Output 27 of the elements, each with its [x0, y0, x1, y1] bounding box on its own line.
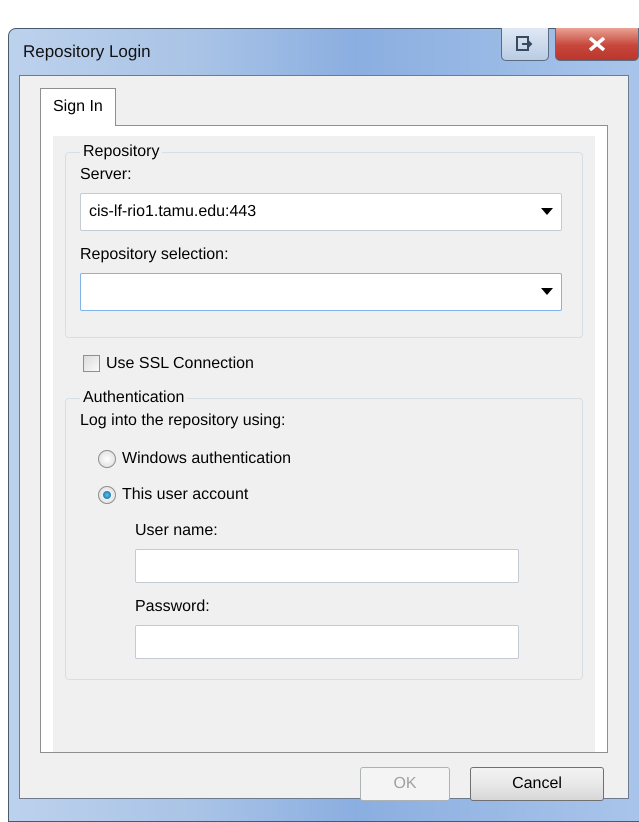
server-dropdown[interactable]: cis-lf-rio1.tamu.edu:443	[80, 192, 562, 231]
group-title: Repository	[82, 142, 160, 162]
user-name-field[interactable]	[135, 548, 519, 583]
close-icon	[588, 37, 606, 51]
checkbox[interactable]	[83, 355, 100, 372]
dropdown-arrow-icon	[541, 208, 553, 216]
dropdown-value: cis-lf-rio1.tamu.edu:443	[89, 202, 258, 222]
prompt-text: Log into the repository using:	[80, 410, 286, 431]
radio-label[interactable]: This user account	[122, 482, 248, 507]
field-label: Repository selection:	[80, 244, 230, 265]
radio-button[interactable]	[98, 450, 116, 468]
checkbox-label[interactable]: Use SSL Connection	[106, 352, 254, 376]
dropdown-arrow-icon	[541, 288, 553, 296]
password-field[interactable]	[135, 624, 519, 659]
field-label: Password:	[135, 596, 211, 617]
window-title: Repository Login	[23, 41, 151, 64]
group-title: Authentication	[82, 388, 186, 408]
restore-icon	[516, 36, 534, 52]
close-button[interactable]	[555, 28, 639, 61]
repository-dropdown[interactable]	[80, 272, 562, 311]
radio-label[interactable]: Windows authentication	[122, 446, 291, 471]
dialog-button[interactable]: Cancel	[470, 767, 604, 801]
tab[interactable]: Sign In	[40, 88, 116, 126]
field-label: User name:	[135, 520, 219, 541]
field-label: Server:	[80, 164, 133, 185]
restore-button[interactable]	[501, 28, 549, 61]
radio-button[interactable]	[98, 486, 116, 504]
